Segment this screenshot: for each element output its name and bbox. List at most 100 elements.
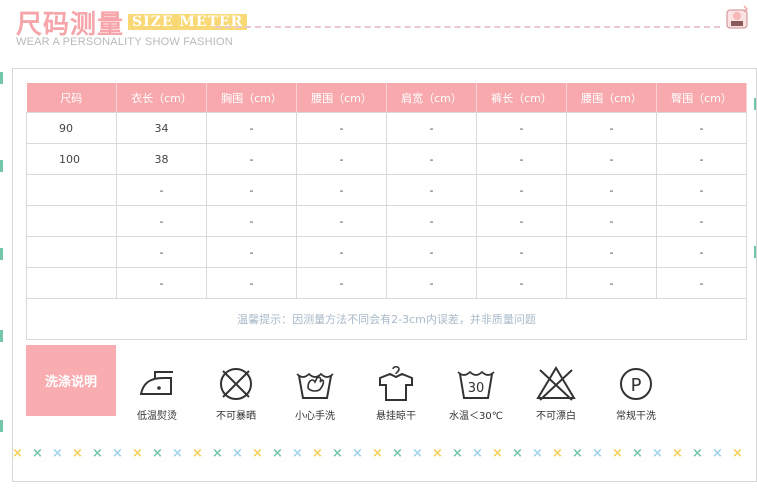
care-label: 小心手洗 xyxy=(295,411,335,422)
table-cell: - xyxy=(206,174,297,206)
table-cell: - xyxy=(296,112,387,144)
size-table: 尺码 衣长（cm） 胸围（cm） 腰围（cm） 肩宽（cm） 裤长（cm） 腰围（cm） 臀围… xyxy=(26,83,747,340)
care-label: 不可漂白 xyxy=(536,411,576,422)
table-cell: - xyxy=(296,143,387,175)
wash-30-icon: 30 xyxy=(457,370,495,399)
table-cell: - xyxy=(206,143,297,175)
no-bleach-icon xyxy=(536,366,576,401)
left-green-tick xyxy=(0,72,3,84)
table-header-cell: 肩宽（cm） xyxy=(386,83,477,113)
header-subtitle: WEAR A PERSONALITY SHOW FASHION xyxy=(16,36,233,48)
wash-temp-text: 30 xyxy=(468,381,485,396)
care-label: 水温＜30℃ xyxy=(449,411,503,422)
no-sun-icon xyxy=(220,368,252,400)
table-cell: - xyxy=(386,112,477,144)
table-cell: - xyxy=(566,174,657,206)
table-header-cell: 衣长（cm） xyxy=(116,83,207,113)
care-item: 不可暴晒 xyxy=(191,364,281,424)
table-cell xyxy=(26,205,117,237)
table-cell: - xyxy=(116,205,207,237)
table-row: 100 38- - - - - - xyxy=(26,143,747,175)
decorative-x-mark: × xyxy=(672,446,683,461)
table-cell: 34 xyxy=(116,112,207,144)
left-green-tick xyxy=(0,420,3,432)
table-cell: - xyxy=(386,174,477,206)
mascot-icon xyxy=(726,5,749,29)
care-item: P 常规干洗 xyxy=(591,364,681,424)
table-cell: - xyxy=(296,267,387,299)
decorative-x-mark: × xyxy=(92,446,103,461)
table-cell: - xyxy=(206,236,297,268)
table-header-cell: 腰围（cm） xyxy=(566,83,657,113)
table-cell: - xyxy=(206,205,297,237)
care-label: 悬挂晾干 xyxy=(376,411,416,422)
table-cell: - xyxy=(476,112,567,144)
table-header-cell: 裤长（cm） xyxy=(476,83,567,113)
care-item: 低温熨烫 xyxy=(112,364,202,424)
table-cell: - xyxy=(116,267,207,299)
decorative-x-mark: × xyxy=(52,446,63,461)
table-cell: - xyxy=(566,236,657,268)
table-cell: - xyxy=(476,267,567,299)
decorative-x-mark: × xyxy=(492,446,503,461)
table-cell xyxy=(26,267,117,299)
decorative-x-mark: × xyxy=(392,446,403,461)
care-label: 常规干洗 xyxy=(616,411,656,422)
decorative-x-mark: × xyxy=(432,446,443,461)
table-cell: 90 xyxy=(26,112,117,144)
table-cell: - xyxy=(386,205,477,237)
decorative-x-mark: × xyxy=(372,446,383,461)
table-cell: - xyxy=(656,112,747,144)
table-cell: 100 xyxy=(26,143,117,175)
decorative-x-mark: × xyxy=(292,446,303,461)
decorative-x-mark: × xyxy=(452,446,463,461)
decorative-x-mark: × xyxy=(132,446,143,461)
care-item: 小心手洗 xyxy=(270,364,360,424)
decorative-x-mark: × xyxy=(612,446,623,461)
table-row: ------- xyxy=(26,174,747,206)
table-header-cell: 臀围（cm） xyxy=(656,83,747,113)
care-label: 低温熨烫 xyxy=(137,411,177,422)
table-cell: - xyxy=(566,143,657,175)
table-cell: - xyxy=(116,236,207,268)
decorative-x-mark: × xyxy=(472,446,483,461)
decorative-x-mark: × xyxy=(192,446,203,461)
decorative-x-mark: × xyxy=(172,446,183,461)
table-cell: - xyxy=(296,236,387,268)
care-title: 洗涤说明 xyxy=(26,345,116,416)
decorative-x-mark: × xyxy=(512,446,523,461)
care-item: 30 水温＜30℃ xyxy=(431,364,521,424)
decorative-x-mark: × xyxy=(572,446,583,461)
table-cell: - xyxy=(476,205,567,237)
decorative-x-mark: × xyxy=(12,446,23,461)
decorative-x-mark: × xyxy=(692,446,703,461)
table-tip-row: 温馨提示：因测量方法不同会有2-3cm内误差，并非质量问题 xyxy=(26,298,747,340)
table-cell: - xyxy=(566,205,657,237)
decorative-x-mark: × xyxy=(412,446,423,461)
dry-clean-letter: P xyxy=(631,375,642,396)
decorative-x-mark: × xyxy=(32,446,43,461)
table-header-row: 尺码 衣长（cm） 胸围（cm） 腰围（cm） 肩宽（cm） 裤长（cm） 腰围（cm） 臀围… xyxy=(26,83,747,113)
decorative-x-mark: × xyxy=(212,446,223,461)
decorative-x-mark: × xyxy=(252,446,263,461)
measurement-tip: 温馨提示：因测量方法不同会有2-3cm内误差，并非质量问题 xyxy=(26,298,747,340)
table-cell: - xyxy=(656,205,747,237)
table-cell: - xyxy=(206,112,297,144)
table-header-cell: 尺码 xyxy=(26,83,117,113)
decorative-x-mark: × xyxy=(552,446,563,461)
left-green-tick xyxy=(0,160,3,172)
table-cell xyxy=(26,174,117,206)
table-cell: - xyxy=(476,236,567,268)
care-item: 不可漂白 xyxy=(511,364,601,424)
table-cell: - xyxy=(476,143,567,175)
table-cell: - xyxy=(296,174,387,206)
decorative-x-mark: × xyxy=(652,446,663,461)
table-cell: - xyxy=(296,205,387,237)
table-cell: - xyxy=(386,267,477,299)
table-cell: - xyxy=(656,236,747,268)
table-row: ------- xyxy=(26,267,747,299)
table-row: ------- xyxy=(26,236,747,268)
header: 尺码测量 SIZE METER WEAR A PERSONALITY SHOW … xyxy=(0,0,757,62)
hang-dry-icon xyxy=(379,365,413,401)
decorative-x-mark: × xyxy=(592,446,603,461)
